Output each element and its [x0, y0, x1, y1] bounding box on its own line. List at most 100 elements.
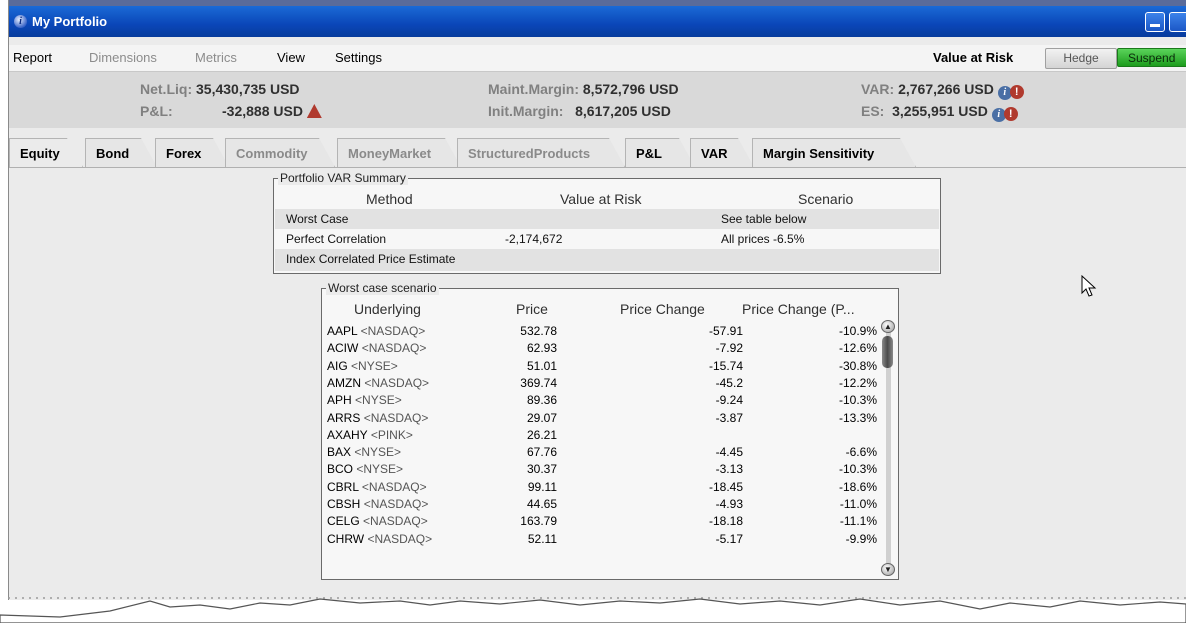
col-underlying[interactable]: Underlying — [354, 301, 421, 317]
scroll-down-icon[interactable]: ▼ — [881, 563, 895, 576]
net-liq-label: Net.Liq: — [140, 81, 193, 97]
vertical-scrollbar[interactable]: ▲ ▼ — [881, 320, 896, 576]
tab-forex[interactable]: Forex — [155, 138, 229, 167]
worst-case-scenario: Worst case scenario Underlying Price Pri… — [321, 281, 899, 580]
tab-pnl[interactable]: P&L — [625, 138, 695, 167]
tab-commodity[interactable]: Commodity — [225, 138, 335, 167]
menu-settings[interactable]: Settings — [335, 50, 382, 65]
price-cell: 163.79 — [520, 514, 557, 529]
symbol: AIG — [327, 358, 348, 373]
table-row[interactable]: AIG <NYSE> 51.01 -15.74 -30.8% — [323, 358, 880, 375]
price-change-cell: -3.87 — [715, 410, 743, 425]
var-label: VAR: — [861, 81, 895, 97]
price-cell: 99.11 — [527, 479, 557, 494]
price-cell: 52.11 — [527, 531, 557, 546]
menu-view[interactable]: View — [277, 50, 305, 65]
alert-icon[interactable]: ! — [1003, 107, 1018, 121]
scroll-thumb[interactable] — [882, 336, 893, 368]
pnl: P&L: — [140, 103, 173, 119]
scroll-up-icon[interactable]: ▲ — [881, 320, 895, 333]
menu-dimensions[interactable]: Dimensions — [89, 50, 157, 65]
tab-var[interactable]: VAR — [690, 138, 754, 167]
var-value: -2,174,672 — [505, 232, 563, 246]
exchange: <NYSE> — [356, 462, 404, 477]
exchange: <NYSE> — [354, 445, 402, 460]
price-cell: 44.65 — [526, 497, 557, 511]
table-row[interactable]: ARRS <NASDAQ> 29.07 -3.87 -13.3% — [323, 410, 880, 427]
table-row[interactable]: AAPL <NASDAQ> 532.78 -57.91 -10.9% — [323, 323, 880, 340]
table-row[interactable]: AMZN <NASDAQ> 369.74 -45.2 -12.2% — [323, 375, 880, 392]
price-change-pct-cell: -10.3% — [838, 462, 877, 477]
tab-moneymarket[interactable]: MoneyMarket — [337, 138, 461, 167]
price-cell: 29.07 — [526, 410, 557, 425]
menu-metrics[interactable]: Metrics — [195, 50, 237, 65]
price-change-cell: -45.2 — [715, 375, 743, 390]
menu-report[interactable]: Report — [13, 50, 52, 65]
price-change-pct-cell: -9.9% — [845, 531, 877, 546]
tab-divider — [9, 167, 1186, 168]
warning-icon[interactable] — [306, 104, 322, 118]
var-scenario: See table below — [721, 212, 807, 226]
suspend-button[interactable]: Suspend — [1117, 48, 1186, 67]
var-scenario: All prices -6.5% — [721, 232, 805, 246]
tab-margin-sensitivity[interactable]: Margin Sensitivity — [752, 138, 916, 167]
table-row[interactable]: CBRL <NASDAQ> 99.11 -18.45 -18.6% — [323, 479, 880, 496]
table-row[interactable]: BCO <NYSE> 30.37 -3.13 -10.3% — [323, 461, 880, 478]
col-value-at-risk[interactable]: Value at Risk — [560, 191, 641, 207]
var-summary-value: VAR: 2,767,266 USD i! — [861, 81, 1024, 100]
account-summary: Net.Liq: 35,430,735 USD P&L: -32,888 USD… — [9, 72, 1186, 128]
table-row[interactable]: BAX <NYSE> 67.76 -4.45 -6.6% — [323, 444, 880, 461]
exchange: <NASDAQ> — [363, 410, 429, 425]
price-change-pct-cell: -11.0% — [839, 497, 877, 511]
table-row[interactable]: AXAHY <PINK> 26.21 — [323, 427, 880, 444]
symbol: APH — [327, 393, 352, 408]
price-change-pct-cell: -13.3% — [838, 410, 877, 425]
price-cell: 62.93 — [526, 341, 557, 356]
table-row[interactable]: CELG <NASDAQ> 163.79 -18.18 -11.1% — [323, 513, 880, 530]
maint-margin: Maint.Margin: 8,572,796 USD — [488, 81, 679, 97]
asset-class-tabs: Equity Bond Forex Commodity MoneyMarket … — [9, 138, 1186, 168]
es-value: 3,255,951 USD — [892, 103, 988, 119]
hedge-button[interactable]: Hedge — [1045, 48, 1117, 69]
price-change-cell: -5.17 — [715, 531, 743, 546]
maximize-button[interactable] — [1169, 12, 1186, 32]
underlying-cell: AIG <NYSE> — [327, 359, 398, 373]
price-change-cell: -4.93 — [715, 497, 743, 511]
col-price-change-pct[interactable]: Price Change (P... — [742, 301, 855, 317]
tab-bond[interactable]: Bond — [85, 138, 157, 167]
price-change-cell: -15.74 — [708, 358, 743, 373]
tab-structuredproducts[interactable]: StructuredProducts — [457, 138, 625, 167]
price-change-cell: -3.13 — [715, 462, 743, 477]
pnl-label: P&L: — [140, 103, 173, 119]
table-row[interactable]: ACIW <NASDAQ> 62.93 -7.92 -12.6% — [323, 340, 880, 357]
price-change-pct-cell: -6.6% — [845, 445, 877, 460]
init-margin-value: 8,617,205 USD — [575, 103, 671, 119]
tab-equity[interactable]: Equity — [9, 138, 83, 167]
price-change-cell: -57.91 — [708, 324, 743, 338]
underlying-cell: CBSH <NASDAQ> — [327, 497, 428, 511]
var-method: Worst Case — [286, 212, 349, 226]
price-cell: 67.76 — [526, 445, 557, 460]
value-at-risk-label: Value at Risk — [933, 50, 1014, 65]
es-label: ES: — [861, 103, 885, 119]
col-price-change[interactable]: Price Change — [620, 301, 705, 317]
net-liq: Net.Liq: 35,430,735 USD — [140, 81, 300, 97]
init-margin: Init.Margin: 8,617,205 USD — [488, 103, 671, 119]
table-row[interactable]: CBSH <NASDAQ> 44.65 -4.93 -11.0% — [323, 496, 880, 513]
table-row[interactable]: CHRW <NASDAQ> 52.11 -5.17 -9.9% — [323, 531, 880, 548]
col-price[interactable]: Price — [516, 301, 548, 317]
col-scenario[interactable]: Scenario — [798, 191, 853, 207]
alert-icon[interactable]: ! — [1009, 85, 1024, 99]
symbol: CELG — [327, 514, 360, 529]
minimize-button[interactable] — [1145, 12, 1165, 32]
symbol: CBRL — [327, 479, 359, 494]
var-summary-legend: Portfolio VAR Summary — [278, 171, 408, 185]
table-row[interactable]: APH <NYSE> 89.36 -9.24 -10.3% — [323, 392, 880, 409]
title-bar[interactable]: i My Portfolio — [9, 6, 1186, 37]
exchange: <NASDAQ> — [363, 514, 428, 529]
maint-margin-label: Maint.Margin: — [488, 81, 579, 97]
symbol: AMZN — [327, 375, 361, 390]
col-method[interactable]: Method — [366, 191, 413, 207]
window-title: My Portfolio — [32, 14, 108, 29]
pnl-value: -32,888 USD — [222, 103, 303, 119]
